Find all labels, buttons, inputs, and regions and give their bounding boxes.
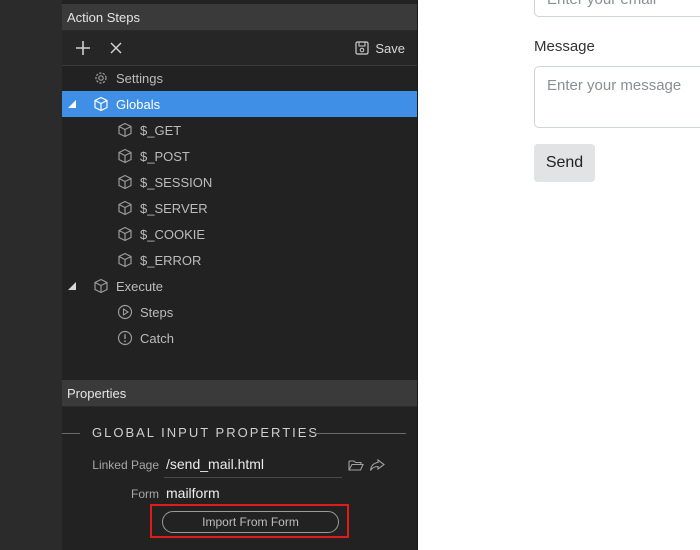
- section-title: GLOBAL INPUT PROPERTIES: [92, 425, 320, 440]
- tree-item-label: $_POST: [140, 148, 190, 164]
- gear-icon: [92, 69, 110, 87]
- message-label: Message: [534, 38, 595, 55]
- action-steps-header: Action Steps: [62, 4, 417, 31]
- tree-item-label: $_COOKIE: [140, 226, 206, 242]
- linked-page-value[interactable]: /send_mail.html: [166, 456, 264, 472]
- cube-icon: [92, 277, 110, 295]
- tree-item-error[interactable]: $_ERROR: [62, 247, 417, 273]
- divider: [314, 433, 406, 434]
- expand-caret-icon[interactable]: [68, 282, 76, 290]
- folder-open-icon[interactable]: [348, 458, 364, 475]
- plus-icon: [76, 41, 90, 55]
- tree-item-label: Globals: [116, 96, 161, 112]
- cube-icon: [116, 173, 134, 191]
- cube-icon: [92, 95, 110, 113]
- tree-item-label: Execute: [116, 278, 163, 294]
- send-button[interactable]: Send: [534, 144, 595, 182]
- cube-icon: [116, 251, 134, 269]
- highlight-box: Import From Form: [150, 504, 349, 538]
- linked-page-row: Linked Page /send_mail.html: [62, 454, 417, 478]
- cube-icon: [116, 121, 134, 139]
- share-arrow-icon[interactable]: [369, 458, 385, 475]
- tree-item-execute[interactable]: Execute: [62, 273, 417, 299]
- tree-item-label: Steps: [140, 304, 174, 320]
- alert-circle-icon: [116, 329, 134, 347]
- import-from-form-button[interactable]: Import From Form: [162, 511, 339, 533]
- left-sidebar-strip: [0, 0, 62, 550]
- tree-item-label: $_SESSION: [140, 174, 213, 190]
- save-icon: [355, 41, 369, 55]
- tree-item-server[interactable]: $_SERVER: [62, 195, 417, 221]
- cube-icon: [116, 199, 134, 217]
- email-field[interactable]: Enter your email: [534, 0, 700, 17]
- form-value[interactable]: mailform: [166, 485, 220, 501]
- tree-item-steps[interactable]: Steps: [62, 299, 417, 325]
- form-label: Form: [131, 487, 159, 501]
- save-button[interactable]: Save: [355, 31, 405, 65]
- divider: [62, 433, 80, 434]
- expand-caret-icon[interactable]: [68, 100, 76, 108]
- tree-item-session[interactable]: $_SESSION: [62, 169, 417, 195]
- properties-header: Properties: [62, 380, 417, 407]
- play-circle-icon: [116, 303, 134, 321]
- tree-item-settings[interactable]: Settings: [62, 65, 417, 91]
- add-button[interactable]: [72, 31, 94, 65]
- tree-item-globals[interactable]: Globals: [62, 91, 417, 117]
- action-steps-panel: Action Steps Save Settings Globals $_GET…: [62, 0, 418, 550]
- global-input-properties-title: GLOBAL INPUT PROPERTIES: [62, 407, 417, 447]
- tree-item-label: Settings: [116, 70, 163, 86]
- action-steps-toolbar: Save: [62, 31, 417, 66]
- save-label: Save: [375, 40, 405, 56]
- tree-item-catch[interactable]: Catch: [62, 325, 417, 351]
- tree-item-post[interactable]: $_POST: [62, 143, 417, 169]
- message-field[interactable]: Enter your message: [534, 66, 700, 128]
- tree-item-cookie[interactable]: $_COOKIE: [62, 221, 417, 247]
- remove-button[interactable]: [106, 31, 126, 65]
- tree-item-get[interactable]: $_GET: [62, 117, 417, 143]
- tree-item-label: $_ERROR: [140, 252, 202, 268]
- tree-item-label: $_SERVER: [140, 200, 208, 216]
- tree-item-label: Catch: [140, 330, 174, 346]
- tree-item-label: $_GET: [140, 122, 182, 138]
- input-underline: [164, 477, 342, 478]
- cube-icon: [116, 147, 134, 165]
- cube-icon: [116, 225, 134, 243]
- linked-page-label: Linked Page: [92, 458, 159, 472]
- close-icon: [110, 42, 122, 54]
- page-preview: Enter your email Message Enter your mess…: [418, 0, 700, 550]
